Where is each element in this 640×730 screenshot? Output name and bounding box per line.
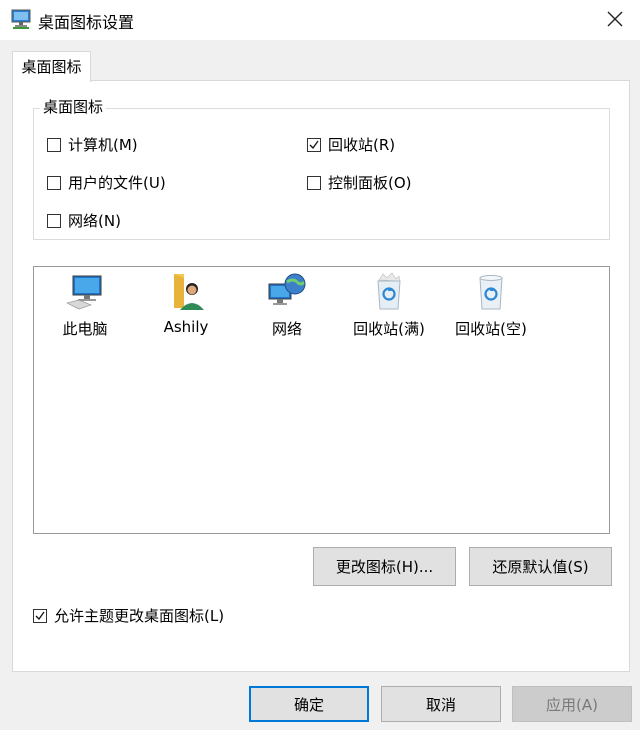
icon-label: 此电脑 [62, 320, 108, 338]
icon-label: 网络 [271, 320, 302, 338]
checkbox-label: 计算机(M) [68, 136, 138, 154]
title-bar: 桌面图标设置 [0, 0, 640, 40]
checkbox-label: 允许主题更改桌面图标(L) [54, 607, 225, 625]
apply-button[interactable]: 应用(A) [512, 686, 632, 722]
checkbox-box[interactable] [307, 175, 321, 190]
checkbox-label: 网络(N) [68, 212, 121, 230]
check-icon [35, 611, 45, 620]
restore-default-button[interactable]: 还原默认值(S) [469, 547, 612, 586]
icon-label: Ashily [163, 318, 209, 336]
checkbox-label: 回收站(R) [328, 136, 396, 154]
network-icon [268, 273, 306, 305]
group-legend: 桌面图标 [40, 98, 107, 116]
tab-desktop-icons[interactable]: 桌面图标 [12, 51, 91, 82]
icon-label: 回收站(空) [455, 320, 527, 338]
window-title: 桌面图标设置 [38, 13, 135, 32]
recycle-bin-full-icon [377, 272, 401, 310]
checkbox-network[interactable]: 网络(N) [47, 210, 121, 231]
icon-item-network[interactable]: 网络 [237, 272, 337, 339]
icon-item-recycle-bin-empty[interactable]: 回收站(空) [441, 272, 541, 339]
icon-item-recycle-bin-full[interactable]: 回收站(满) [339, 272, 439, 339]
cancel-button[interactable]: 取消 [381, 686, 501, 722]
icon-label: 回收站(满) [353, 320, 425, 338]
checkbox-box[interactable] [307, 137, 321, 152]
close-icon[interactable] [602, 6, 628, 32]
checkbox-box[interactable] [47, 175, 61, 190]
check-icon [309, 140, 319, 149]
recycle-bin-empty-icon [479, 275, 503, 310]
user-folder-icon [174, 274, 204, 310]
checkbox-computer[interactable]: 计算机(M) [47, 134, 138, 155]
monitor-icon [10, 8, 32, 30]
checkbox-control-panel[interactable]: 控制面板(O) [307, 172, 412, 193]
checkbox-box[interactable] [33, 608, 47, 623]
ok-button[interactable]: 确定 [249, 686, 369, 722]
checkbox-box[interactable] [47, 213, 61, 228]
checkbox-label: 控制面板(O) [328, 174, 412, 192]
checkbox-allow-theme[interactable]: 允许主题更改桌面图标(L) [33, 605, 224, 626]
checkbox-user-files[interactable]: 用户的文件(U) [47, 172, 166, 193]
icon-item-user-folder[interactable]: Ashily [136, 272, 236, 336]
checkbox-recycle-bin[interactable]: 回收站(R) [307, 134, 395, 155]
checkbox-label: 用户的文件(U) [68, 174, 166, 192]
change-icon-button[interactable]: 更改图标(H)... [313, 547, 456, 586]
checkbox-box[interactable] [47, 137, 61, 152]
computer-icon [66, 275, 102, 310]
icon-item-this-pc[interactable]: 此电脑 [35, 272, 135, 339]
